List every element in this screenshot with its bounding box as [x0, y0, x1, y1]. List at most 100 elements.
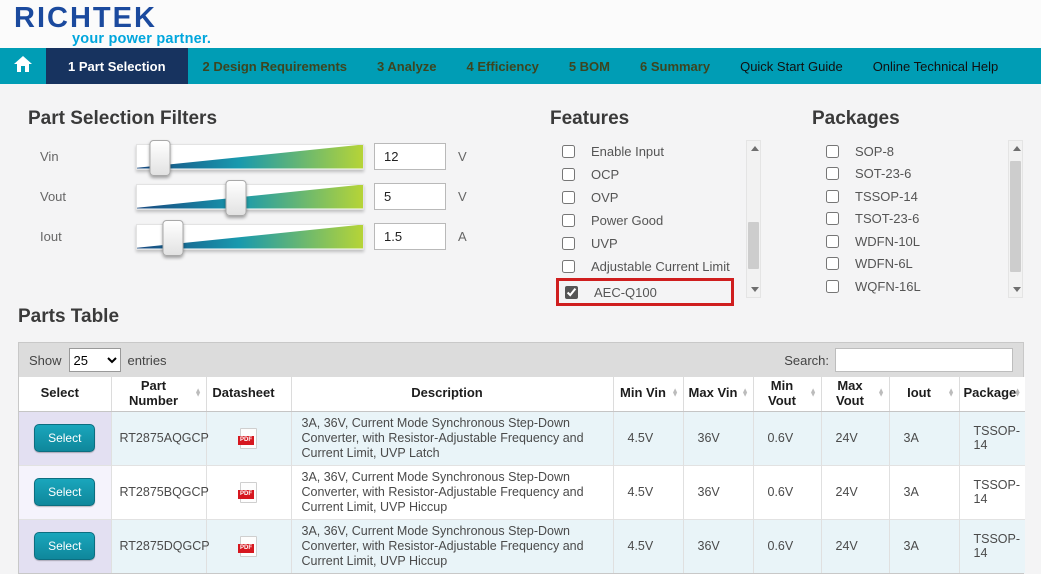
vout-filter-row: Vout V — [28, 179, 467, 216]
select-button[interactable]: Select — [34, 478, 96, 507]
parts-table-container: Show 25 entries Search: Select Part Numb… — [18, 342, 1025, 574]
parts-table-section: Parts Table Show 25 entries Search: Sele… — [18, 306, 1025, 574]
package-label: SOT-23-6 — [855, 166, 912, 182]
package-sot-23-6-checkbox[interactable] — [826, 167, 839, 181]
tab-bom[interactable]: 5 BOM — [554, 48, 625, 84]
filters-title: Part Selection Filters — [28, 108, 218, 129]
iout-cell: 3A — [888, 518, 959, 573]
iout-unit: A — [458, 229, 467, 244]
features-scroll-thumb[interactable] — [748, 221, 759, 270]
col-min-vout[interactable]: Min Vout — [752, 377, 821, 412]
col-max-vout[interactable]: Max Vout — [820, 377, 889, 412]
feature-power-good-checkbox[interactable] — [562, 214, 575, 227]
package-label: WQFN-16L — [855, 278, 921, 294]
package-label: TSSOP-14 — [855, 188, 918, 204]
scroll-up-icon[interactable] — [1009, 141, 1022, 156]
col-max-vin[interactable]: Max Vin — [682, 377, 753, 412]
iout-value-input[interactable] — [374, 223, 446, 250]
package-wdfn-6l: WDFN-6L — [812, 253, 1008, 276]
package-tssop-14-checkbox[interactable] — [826, 189, 839, 203]
packages-title: Packages — [812, 108, 900, 129]
scroll-up-icon[interactable] — [747, 141, 760, 156]
package-sop-8-checkbox[interactable] — [826, 144, 839, 158]
tab-analyze[interactable]: 3 Analyze — [362, 48, 452, 84]
home-button[interactable] — [0, 48, 46, 84]
feature-ovp-checkbox[interactable] — [562, 191, 575, 204]
feature-aec-q100-checkbox[interactable] — [565, 285, 578, 299]
features-panel: Features Enable Input OCP OVP Power Good — [550, 108, 761, 306]
feature-ocp-checkbox[interactable] — [562, 168, 575, 181]
package-cell: TSSOP-14 — [958, 464, 1025, 520]
tab-design-requirements[interactable]: 2 Design Requirements — [188, 48, 363, 84]
feature-label: UVP — [591, 236, 618, 251]
parts-table-title: Parts Table — [18, 306, 120, 327]
iout-label: Iout — [40, 229, 62, 244]
feature-label: OVP — [591, 190, 619, 205]
tab-efficiency[interactable]: 4 Efficiency — [452, 48, 554, 84]
package-wdfn-6l-checkbox[interactable] — [826, 257, 839, 271]
part-number-cell: RT2875AQGCP — [110, 410, 209, 466]
vout-label: Vout — [40, 189, 67, 204]
iout-filter-row: Iout A — [28, 219, 467, 256]
vin-slider-gradient — [137, 144, 363, 169]
home-icon — [14, 55, 32, 77]
min-vin-cell: 4.5V — [612, 464, 683, 520]
package-wqfn-16l-checkbox[interactable] — [826, 279, 839, 293]
package-label: WDFN-10L — [855, 233, 921, 249]
select-button[interactable]: Select — [34, 424, 96, 453]
col-iout[interactable]: Iout — [888, 377, 959, 412]
table-row: Select RT2875BQGCP PDF 3A, 36V, Current … — [19, 464, 1025, 520]
feature-enable-input-checkbox[interactable] — [562, 145, 575, 158]
package-wdfn-10l-checkbox[interactable] — [826, 234, 839, 248]
vout-value-input[interactable] — [374, 183, 446, 210]
min-vout-cell: 0.6V — [752, 518, 821, 573]
pdf-icon[interactable]: PDF — [238, 535, 257, 557]
feature-adjustable-current-limit-checkbox[interactable] — [562, 260, 575, 273]
tab-part-selection[interactable]: 1 Part Selection — [46, 48, 188, 84]
col-description: Description — [290, 377, 613, 412]
min-vin-cell: 4.5V — [612, 518, 683, 573]
feature-label: AEC-Q100 — [594, 284, 657, 300]
vin-unit: V — [458, 149, 467, 164]
package-tsot-23-6-checkbox[interactable] — [826, 212, 839, 226]
packages-list: SOP-8 SOT-23-6 TSSOP-14 TSOT-23-6 WDFN-1… — [812, 140, 1008, 298]
sort-icon — [810, 390, 817, 399]
sort-icon — [948, 390, 955, 399]
vout-slider-handle[interactable] — [225, 179, 247, 216]
col-part-number[interactable]: Part Number — [110, 377, 206, 412]
search-input[interactable] — [835, 348, 1013, 372]
entries-select[interactable]: 25 — [68, 348, 121, 372]
vin-value-input[interactable] — [374, 143, 446, 170]
vin-slider[interactable] — [136, 139, 364, 176]
search-label: Search: — [784, 352, 829, 368]
package-sop-8: SOP-8 — [812, 140, 1008, 163]
packages-scroll-thumb[interactable] — [1010, 161, 1021, 272]
vin-slider-handle[interactable] — [149, 139, 171, 176]
feature-enable-input: Enable Input — [550, 140, 746, 163]
col-select: Select — [19, 377, 111, 412]
iout-slider-handle[interactable] — [162, 219, 184, 256]
max-vout-cell: 24V — [820, 464, 889, 520]
scroll-down-icon[interactable] — [1009, 282, 1022, 297]
link-online-technical-help[interactable]: Online Technical Help — [858, 48, 1014, 84]
select-button[interactable]: Select — [34, 532, 96, 561]
features-scrollbar[interactable] — [746, 140, 761, 298]
show-label: Show — [29, 352, 62, 368]
col-min-vin[interactable]: Min Vin — [612, 377, 683, 412]
vout-slider-gradient — [137, 184, 363, 209]
link-quick-start-guide[interactable]: Quick Start Guide — [725, 48, 858, 84]
feature-uvp-checkbox[interactable] — [562, 237, 575, 250]
iout-slider[interactable] — [136, 219, 364, 256]
packages-scroll-track[interactable] — [1009, 156, 1022, 282]
feature-power-good: Power Good — [550, 209, 746, 232]
tab-summary[interactable]: 6 Summary — [625, 48, 725, 84]
pdf-icon[interactable]: PDF — [238, 427, 257, 449]
part-selection-filters: Part Selection Filters Vin V Vout V Iout — [28, 108, 467, 256]
vout-slider[interactable] — [136, 179, 364, 216]
packages-scrollbar[interactable] — [1008, 140, 1023, 298]
col-package[interactable]: Package — [958, 377, 1025, 412]
pdf-icon[interactable]: PDF — [238, 481, 257, 503]
features-scroll-track[interactable] — [747, 156, 760, 282]
scroll-down-icon[interactable] — [747, 282, 760, 297]
features-title: Features — [550, 108, 630, 129]
